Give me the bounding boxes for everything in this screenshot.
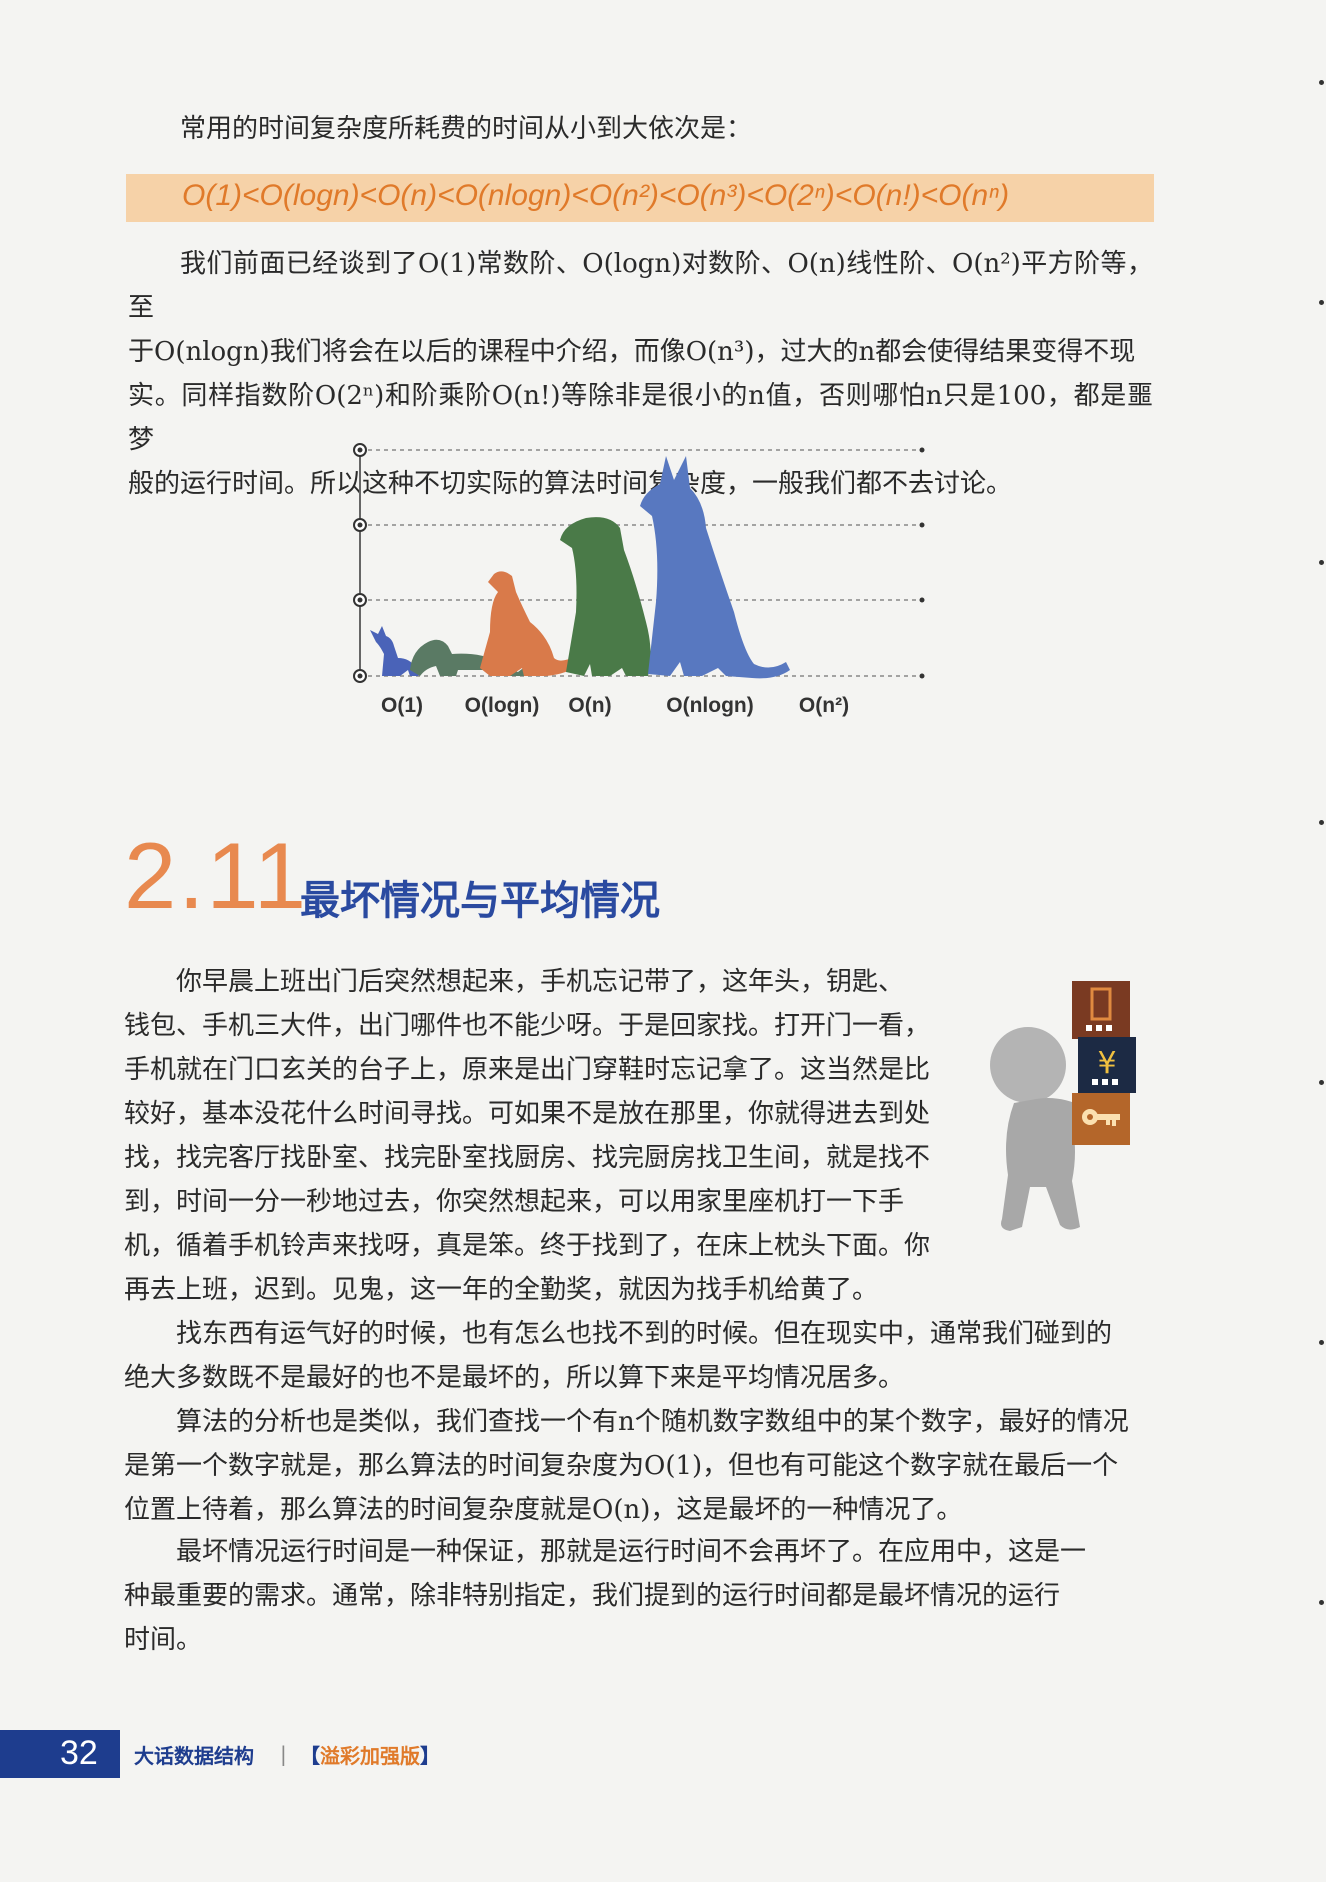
text-line: 算法的分析也是类似，我们查找一个有n个随机数字数组中的某个数字，最好的情况 — [176, 1407, 1129, 1437]
page-number: 32 — [60, 1734, 98, 1772]
edge-mark — [1319, 1080, 1324, 1085]
dog-on-silhouette — [480, 571, 580, 676]
book-title: 大话数据结构 — [134, 1744, 254, 1768]
dog-onlogn-silhouette — [560, 517, 651, 676]
paragraph-luck: 找东西有运气好的时候，也有怎么也找不到的时候。但在现实中，通常我们碰到的 绝大多… — [124, 1312, 1152, 1400]
figure-label-on: O(n) — [568, 694, 611, 717]
paragraph-worst-case: 最坏情况运行时间是一种保证，那就是运行时间不会再坏了。在应用中，这是一 种最重要… — [124, 1530, 1152, 1662]
edge-mark — [1319, 560, 1324, 565]
text-line: 我们前面已经谈到了O(1)常数阶、O(logn)对数阶、O(n)线性阶、O(n²… — [128, 249, 1153, 323]
text-line: 种最重要的需求。通常，除非特别指定，我们提到的运行时间都是最坏情况的运行 — [124, 1581, 1061, 1611]
text-line: 钱包、手机三大件，出门哪件也不能少呀。于是回家找。打开门一看， — [124, 1011, 931, 1041]
complexity-formula: O(1)<O(logn)<O(n)<O(nlogn)<O(n²)<O(n³)<O… — [182, 179, 1010, 212]
footer-separator: | — [280, 1742, 287, 1766]
edition-bracket-open: 【 — [300, 1744, 320, 1768]
carrying-boxes-illustration: ¥ — [990, 981, 1136, 1231]
figure-label-onlogn: O(nlogn) — [666, 694, 753, 717]
edge-mark — [1319, 1340, 1324, 1345]
text-line: 机，循着手机铃声来找呀，真是笨。终于找到了，在床上枕头下面。你 — [124, 1231, 931, 1261]
figure-label-o1: O(1) — [381, 694, 423, 717]
complexity-dog-figure: O(1) O(logn) O(n) O(nlogn) O(n²) — [353, 443, 925, 717]
edge-mark — [1319, 1600, 1324, 1605]
section-title: 最坏情况与平均情况 — [300, 878, 660, 924]
formula-band: O(1)<O(logn)<O(n)<O(nlogn)<O(n²)<O(n³)<O… — [126, 174, 1154, 222]
edition-bracket-close: 】 — [420, 1744, 440, 1768]
edge-mark — [1319, 300, 1324, 305]
text-line: 最坏情况运行时间是一种保证，那就是运行时间不会再坏了。在应用中，这是一 — [176, 1537, 1087, 1567]
edition-label: 【溢彩加强版】 — [300, 1740, 440, 1769]
yen-icon: ¥ — [1097, 1046, 1116, 1081]
section-number: 2.11 — [124, 823, 308, 928]
text-line: 较好，基本没花什么时间寻找。可如果不是放在那里，你就得进去到处 — [124, 1099, 931, 1129]
figure-head — [990, 1027, 1066, 1103]
figure-label-ologn: O(logn) — [465, 694, 540, 717]
text-line: 找东西有运气好的时候，也有怎么也找不到的时候。但在现实中，通常我们碰到的 — [176, 1319, 1113, 1349]
figure-label-on2: O(n²) — [799, 694, 849, 717]
text-line: 是第一个数字就是，那么算法的时间复杂度为O(1)，但也有可能这个数字就在最后一个 — [124, 1451, 1119, 1481]
edition-name: 溢彩加强版 — [320, 1744, 420, 1768]
text-line: 找，找完客厅找卧室、找完卧室找厨房、找完厨房找卫生间，就是找不 — [124, 1143, 931, 1173]
paragraph-phone-story: 你早晨上班出门后突然想起来，手机忘记带了，这年头，钥匙、 钱包、手机三大件，出门… — [124, 960, 949, 1312]
paragraph-algorithm-analysis: 算法的分析也是类似，我们查找一个有n个随机数字数组中的某个数字，最好的情况 是第… — [124, 1400, 1152, 1532]
text-line: 手机就在门口玄关的台子上，原来是出门穿鞋时忘记拿了。这当然是比 — [124, 1055, 931, 1085]
intro-text: 常用的时间复杂度所耗费的时间从小到大依次是： — [180, 114, 753, 144]
text-line: 你早晨上班出门后突然想起来，手机忘记带了，这年头，钥匙、 — [176, 967, 905, 997]
text-line: 绝大多数既不是最好的也不是最坏的，所以算下来是平均情况居多。 — [124, 1363, 905, 1393]
edge-mark — [1319, 80, 1324, 85]
dog-on2-silhouette — [640, 456, 790, 679]
text-line: 位置上待着，那么算法的时间复杂度就是O(n)，这是最坏的一种情况了。 — [124, 1495, 963, 1525]
edge-mark — [1319, 820, 1324, 825]
text-line: 到，时间一分一秒地过去，你突然想起来，可以用家里座机打一下手 — [124, 1187, 905, 1217]
text-line: 时间。 — [124, 1625, 203, 1655]
text-line: 于O(nlogn)我们将会在以后的课程中介绍，而像O(n³)，过大的n都会使得结… — [128, 337, 1136, 367]
text-line: 再去上班，迟到。见鬼，这一年的全勤奖，就因为找手机给黄了。 — [124, 1275, 879, 1305]
